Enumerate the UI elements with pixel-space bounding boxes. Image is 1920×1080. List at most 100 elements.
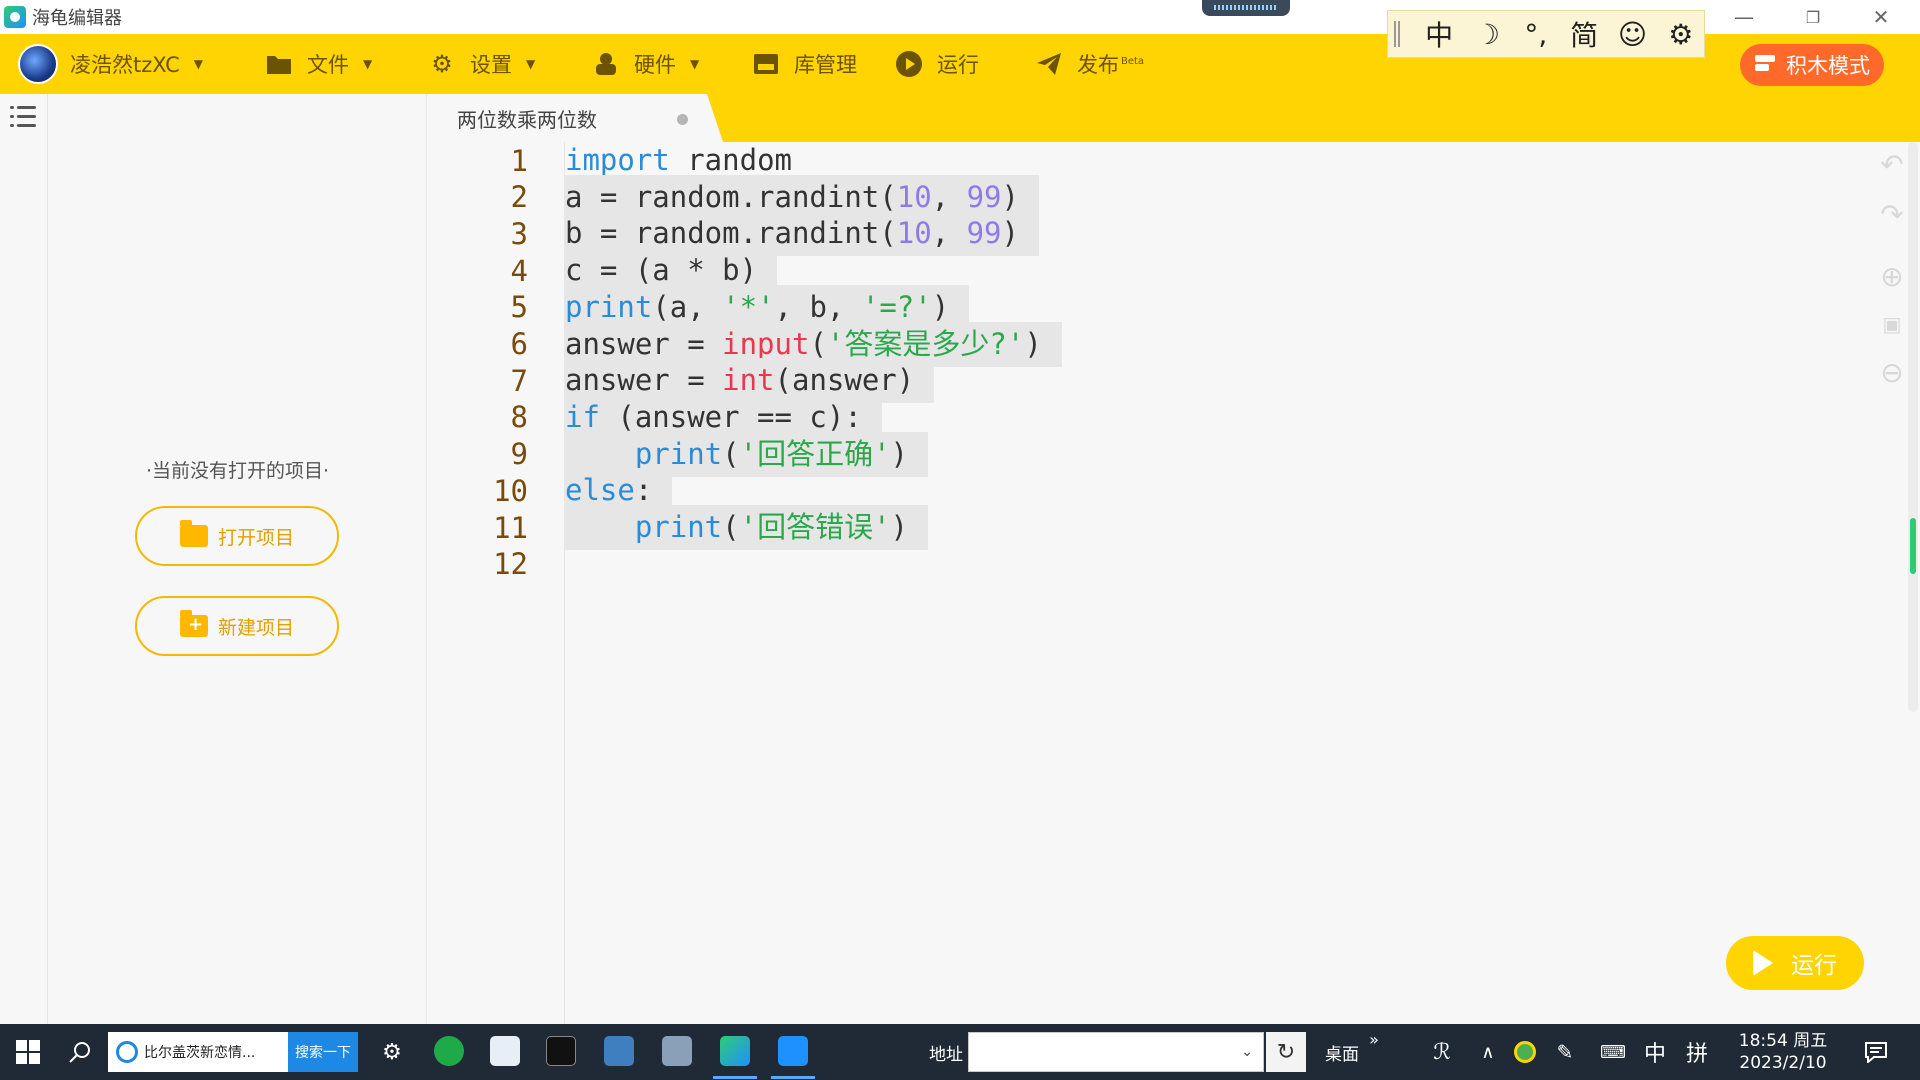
code-token: ( (722, 510, 740, 544)
paper-plane-icon (1035, 50, 1063, 78)
line-number: 4 (510, 253, 528, 288)
code-token: , (931, 216, 967, 251)
zoom-in-icon[interactable]: ⊕ (1878, 260, 1906, 293)
people-icon[interactable]: ℛ (1424, 1024, 1460, 1080)
code-token: answer = (565, 326, 723, 361)
tab-two-digit-multiplication[interactable]: 两位数乘两位数 (427, 94, 723, 142)
code-token: ) (1001, 179, 1019, 214)
toolbar-expand-icon[interactable]: » (1364, 1024, 1384, 1080)
block-mode-button[interactable]: 积木模式 (1740, 44, 1884, 86)
code-token: else (565, 473, 635, 508)
system-clock[interactable]: 18:54 周五 2023/2/10 (1728, 1028, 1838, 1076)
chevron-up-icon[interactable]: ∧ (1474, 1024, 1502, 1080)
chinese-mode-icon[interactable]: 中 (1416, 14, 1462, 54)
undo-icon[interactable]: ↶ (1878, 148, 1906, 181)
line-number: 1 (510, 143, 528, 178)
line-number: 9 (510, 437, 528, 472)
restore-button[interactable]: ❐ (1784, 0, 1842, 34)
close-button[interactable]: ✕ (1852, 0, 1910, 34)
ime-layout-icon[interactable]: 拼 (1682, 1024, 1712, 1080)
emoji-icon[interactable]: ☺ (1609, 18, 1655, 51)
new-project-button[interactable]: 新建项目 (135, 596, 339, 656)
ime-grip-icon[interactable] (1394, 21, 1400, 47)
library-manager-button[interactable]: 库管理 (752, 34, 857, 94)
chevron-down-icon[interactable]: ⌄ (1241, 1044, 1253, 1060)
windows-logo-icon (16, 1040, 40, 1064)
block-mode-label: 积木模式 (1786, 54, 1870, 78)
search-icon[interactable] (60, 1024, 100, 1080)
run-menu-button[interactable]: 运行 (895, 34, 979, 94)
line-number: 11 (493, 510, 528, 545)
chevron-down-icon: ▼ (690, 57, 700, 71)
editor-scrollbar[interactable] (1908, 142, 1918, 712)
moon-icon[interactable]: ☽ (1464, 18, 1510, 51)
minimize-button[interactable]: — (1715, 0, 1773, 34)
reset-zoom-icon[interactable]: ▣ (1878, 310, 1906, 338)
code-token: a = random.randint( (565, 179, 897, 214)
turtle-editor-icon[interactable] (720, 1036, 750, 1066)
menu-icon[interactable] (10, 106, 36, 128)
refresh-button[interactable]: ↻ (1266, 1032, 1306, 1072)
user-menu[interactable]: 凌浩然tzXC ▼ (18, 34, 203, 94)
scrollbar-thumb[interactable] (1910, 518, 1916, 574)
gear-icon[interactable]: ⚙ (376, 1024, 408, 1080)
unsaved-dot-icon[interactable] (677, 114, 688, 125)
library-manager-label: 库管理 (794, 53, 857, 77)
code-editor[interactable]: 1 import random 2 a = random.randint(10, 99… (428, 142, 1908, 1024)
new-project-label: 新建项目 (217, 616, 294, 639)
search-button[interactable]: 搜索一下 (288, 1032, 358, 1072)
code-token: print (634, 436, 723, 471)
python-icon[interactable] (604, 1036, 634, 1066)
security-tray-icon[interactable] (1510, 1024, 1540, 1080)
settings-menu[interactable]: ⚙ 设置 ▼ (428, 34, 535, 94)
gear-icon[interactable]: ⚙ (1658, 18, 1704, 51)
active-indicator (713, 1076, 757, 1079)
tab-label: 两位数乘两位数 (457, 107, 597, 132)
punctuation-icon[interactable]: °, (1513, 18, 1559, 51)
notification-icon[interactable] (1856, 1024, 1896, 1080)
line-number: 5 (510, 290, 528, 325)
hardware-menu[interactable]: 硬件 ▼ (592, 34, 699, 94)
line-number: 2 (510, 180, 528, 215)
zoom-out-icon[interactable]: ⊖ (1878, 356, 1906, 389)
start-button[interactable] (8, 1024, 48, 1080)
chevron-down-icon: ▼ (526, 57, 536, 71)
app-sparkle-icon[interactable] (490, 1036, 520, 1066)
redo-icon[interactable]: ↷ (1878, 198, 1906, 231)
browser-green-icon[interactable] (434, 1036, 464, 1066)
code-token: , (931, 179, 967, 214)
file-menu[interactable]: 文件 ▼ (265, 34, 372, 94)
line-number: 10 (493, 473, 528, 508)
address-input[interactable]: ⌄ (968, 1032, 1264, 1072)
folder-plus-icon (179, 610, 208, 637)
play-icon (1753, 950, 1773, 976)
hardware-icon (592, 50, 620, 78)
code-token: 99 (966, 179, 1002, 214)
code-token: '答案是多少?' (826, 326, 1025, 361)
terminal-icon[interactable] (546, 1036, 576, 1066)
avatar (18, 44, 58, 84)
calculator-icon[interactable] (662, 1036, 692, 1066)
code-line[interactable]: 12 (428, 542, 1888, 587)
code-token: ) (1001, 216, 1019, 251)
blue-app-icon[interactable] (778, 1036, 808, 1066)
code-token: ) (1024, 326, 1042, 361)
publish-button[interactable]: 发布 Beta (1035, 34, 1144, 94)
simplified-icon[interactable]: 简 (1561, 14, 1607, 54)
project-panel: ·当前没有打开的项目· 打开项目 新建项目 (48, 94, 427, 1024)
drag-handle[interactable] (1202, 0, 1290, 16)
code-token: ) (890, 436, 909, 471)
play-circle-icon (895, 50, 923, 78)
pen-icon[interactable]: ✎ (1550, 1024, 1580, 1080)
open-project-button[interactable]: 打开项目 (135, 506, 339, 566)
open-project-label: 打开项目 (217, 526, 294, 549)
browser-taskbar-item[interactable]: 比尔盖茨新恋情... (108, 1032, 288, 1072)
code-token: '回答正确' (739, 436, 891, 471)
run-button-label: 运行 (1791, 953, 1837, 979)
code-token: '=?' (861, 289, 932, 324)
ime-mode-label[interactable]: 中 (1640, 1024, 1670, 1080)
run-button[interactable]: 运行 (1726, 936, 1864, 990)
code-token: , b, (774, 289, 862, 324)
keyboard-icon[interactable]: ⌨ (1596, 1024, 1630, 1080)
